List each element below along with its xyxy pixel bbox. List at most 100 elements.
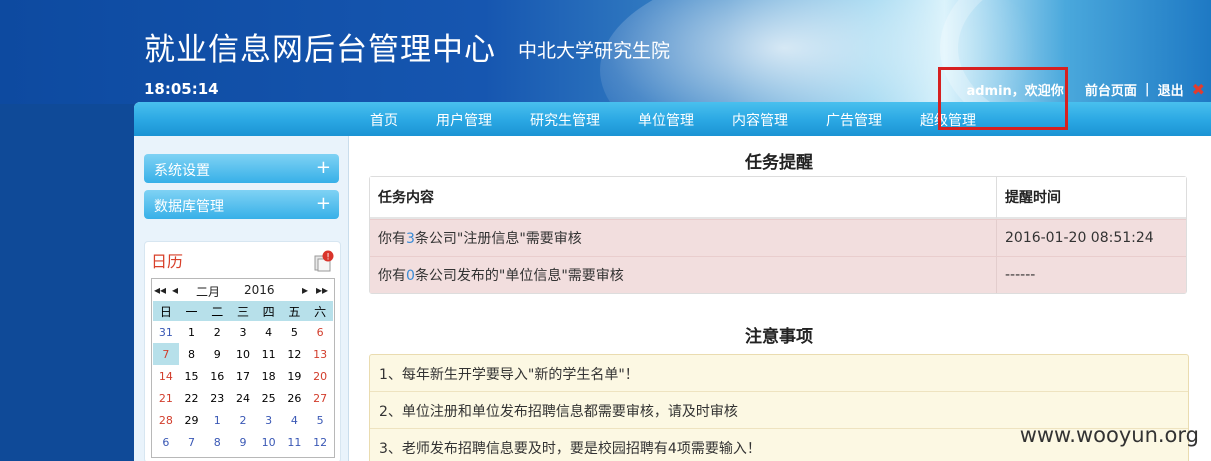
calendar-day[interactable]: 28 bbox=[153, 409, 179, 431]
calendar-day[interactable]: 16 bbox=[204, 365, 230, 387]
table-row[interactable]: 你有0条公司发布的"单位信息"需要审核 ------ bbox=[370, 256, 1186, 293]
weekday-header: 四 bbox=[255, 301, 282, 321]
svg-text:!: ! bbox=[326, 253, 330, 263]
calendar-day[interactable]: 20 bbox=[307, 365, 333, 387]
nav-content[interactable]: 内容管理 bbox=[732, 110, 788, 130]
calendar-grid: 日一二三四五六 31 1 2 3 4 5 6 7 8 9 10 11 12 13 14 15 16 17 18 19 2… bbox=[153, 301, 333, 453]
highlight-box bbox=[938, 67, 1068, 130]
calendar-day[interactable]: 7 bbox=[179, 431, 205, 453]
calendar-day[interactable]: 14 bbox=[153, 365, 179, 387]
notes-title: 注意事项 bbox=[745, 327, 813, 347]
task-content: 你有3条公司"注册信息"需要审核 bbox=[370, 219, 997, 256]
calendar-day[interactable]: 24 bbox=[230, 387, 256, 409]
calendar-day[interactable]: 3 bbox=[256, 409, 282, 431]
watermark: www.wooyun.org bbox=[1019, 423, 1199, 447]
calendar-day[interactable]: 7 bbox=[153, 343, 179, 365]
task-text: 条公司"注册信息"需要审核 bbox=[414, 231, 582, 247]
task-count[interactable]: 3 bbox=[406, 231, 415, 247]
calendar-day[interactable]: 23 bbox=[204, 387, 230, 409]
next-year-icon[interactable]: ▸▸ bbox=[316, 283, 328, 297]
calendar-day[interactable]: 2 bbox=[204, 321, 230, 343]
weekday-header: 五 bbox=[281, 301, 308, 321]
calendar-day[interactable]: 5 bbox=[282, 321, 308, 343]
calendar-title: 日历 bbox=[151, 252, 184, 271]
prev-year-icon[interactable]: ◂◂ bbox=[154, 283, 166, 297]
content-area: 任务提醒 任务内容 提醒时间 你有3条公司"注册信息"需要审核 2016-01-… bbox=[359, 148, 1199, 461]
tasks-title: 任务提醒 bbox=[745, 153, 813, 173]
site-subtitle: 中北大学研究生院 bbox=[518, 40, 671, 62]
weekday-header: 日 bbox=[153, 301, 179, 321]
calendar-day[interactable]: 18 bbox=[256, 365, 282, 387]
calendar-day[interactable]: 8 bbox=[204, 431, 230, 453]
nav-home[interactable]: 首页 bbox=[370, 110, 398, 130]
sidebar-item-system-settings[interactable]: 系统设置 + bbox=[144, 154, 339, 183]
separator: | bbox=[1144, 82, 1150, 97]
weekday-header: 二 bbox=[204, 301, 231, 321]
calendar-month[interactable]: 二月 bbox=[196, 283, 220, 300]
calendar-day[interactable]: 21 bbox=[153, 387, 179, 409]
site-title: 就业信息网后台管理中心 bbox=[144, 32, 496, 68]
calendar-day[interactable]: 4 bbox=[256, 321, 282, 343]
task-count[interactable]: 0 bbox=[406, 268, 415, 284]
prev-month-icon[interactable]: ◂ bbox=[172, 283, 178, 297]
calendar-day[interactable]: 5 bbox=[307, 409, 333, 431]
task-text: 条公司发布的"单位信息"需要审核 bbox=[414, 268, 624, 284]
task-text: 你有 bbox=[378, 268, 406, 284]
weekday-header: 三 bbox=[230, 301, 256, 321]
calendar-year[interactable]: 2016 bbox=[244, 283, 275, 297]
front-page-link[interactable]: 前台页面 bbox=[1085, 80, 1137, 99]
calendar-day[interactable]: 1 bbox=[204, 409, 230, 431]
calendar-day[interactable]: 11 bbox=[256, 343, 282, 365]
calendar-day[interactable]: 19 bbox=[282, 365, 308, 387]
tasks-col-content: 任务内容 bbox=[370, 177, 997, 219]
calendar-day[interactable]: 15 bbox=[179, 365, 205, 387]
next-month-icon[interactable]: ▸ bbox=[302, 283, 308, 297]
task-content: 你有0条公司发布的"单位信息"需要审核 bbox=[370, 256, 997, 293]
nav-units[interactable]: 单位管理 bbox=[638, 110, 694, 130]
tasks-table: 任务内容 提醒时间 你有3条公司"注册信息"需要审核 2016-01-20 08… bbox=[369, 176, 1187, 294]
calendar-day[interactable]: 10 bbox=[256, 431, 282, 453]
expand-icon[interactable]: + bbox=[316, 157, 331, 178]
close-icon[interactable]: ✖ bbox=[1192, 80, 1205, 99]
calendar-day[interactable]: 17 bbox=[230, 365, 256, 387]
calendar-day[interactable]: 6 bbox=[307, 321, 333, 343]
calendar-day[interactable]: 9 bbox=[230, 431, 256, 453]
calendar-day[interactable]: 8 bbox=[179, 343, 205, 365]
nav-ads[interactable]: 广告管理 bbox=[826, 110, 882, 130]
calendar-day[interactable]: 10 bbox=[230, 343, 256, 365]
sidebar-item-label: 系统设置 bbox=[154, 163, 210, 179]
nav-students[interactable]: 研究生管理 bbox=[530, 110, 600, 130]
expand-icon[interactable]: + bbox=[316, 193, 331, 214]
nav-users[interactable]: 用户管理 bbox=[436, 110, 492, 130]
calendar-day[interactable]: 4 bbox=[282, 409, 308, 431]
logout-link[interactable]: 退出 bbox=[1158, 80, 1184, 99]
main-panel: 首页 用户管理 研究生管理 单位管理 内容管理 广告管理 超级管理 系统设置 +… bbox=[134, 102, 1211, 461]
calendar-day[interactable]: 26 bbox=[282, 387, 308, 409]
calendar-alert-icon[interactable]: ! bbox=[314, 250, 334, 272]
calendar-day[interactable]: 13 bbox=[307, 343, 333, 365]
calendar-day[interactable]: 12 bbox=[282, 343, 308, 365]
clock: 18:05:14 bbox=[144, 80, 219, 98]
calendar-day[interactable]: 25 bbox=[256, 387, 282, 409]
sidebar: 系统设置 + 数据库管理 + 日历 ! ◂◂ ◂ 二月 2016 ▸ ▸▸ 日 … bbox=[134, 136, 349, 461]
calendar-day[interactable]: 12 bbox=[307, 431, 333, 453]
calendar-day[interactable]: 2 bbox=[230, 409, 256, 431]
calendar: ◂◂ ◂ 二月 2016 ▸ ▸▸ 日一二三四五六 31 1 2 3 4 5 6 7 8 9 10 1… bbox=[151, 278, 335, 458]
calendar-day[interactable]: 3 bbox=[230, 321, 256, 343]
calendar-day[interactable]: 31 bbox=[153, 321, 179, 343]
calendar-day[interactable]: 6 bbox=[153, 431, 179, 453]
calendar-day[interactable]: 27 bbox=[307, 387, 333, 409]
table-row[interactable]: 你有3条公司"注册信息"需要审核 2016-01-20 08:51:24 bbox=[370, 219, 1186, 256]
list-item: 1、每年新生开学要导入"新的学生名单"！ bbox=[370, 355, 1188, 392]
calendar-day[interactable]: 29 bbox=[179, 409, 205, 431]
calendar-day[interactable]: 22 bbox=[179, 387, 205, 409]
task-text: 你有 bbox=[378, 231, 406, 247]
weekday-header: 一 bbox=[178, 301, 205, 321]
calendar-widget: 日历 ! ◂◂ ◂ 二月 2016 ▸ ▸▸ 日一二三四五六 31 1 2 3 4 bbox=[144, 241, 341, 461]
calendar-day[interactable]: 11 bbox=[282, 431, 308, 453]
calendar-header: ◂◂ ◂ 二月 2016 ▸ ▸▸ bbox=[152, 279, 334, 301]
calendar-day[interactable]: 9 bbox=[204, 343, 230, 365]
sidebar-item-database[interactable]: 数据库管理 + bbox=[144, 190, 339, 219]
task-time: ------ bbox=[997, 256, 1186, 293]
calendar-day[interactable]: 1 bbox=[179, 321, 205, 343]
